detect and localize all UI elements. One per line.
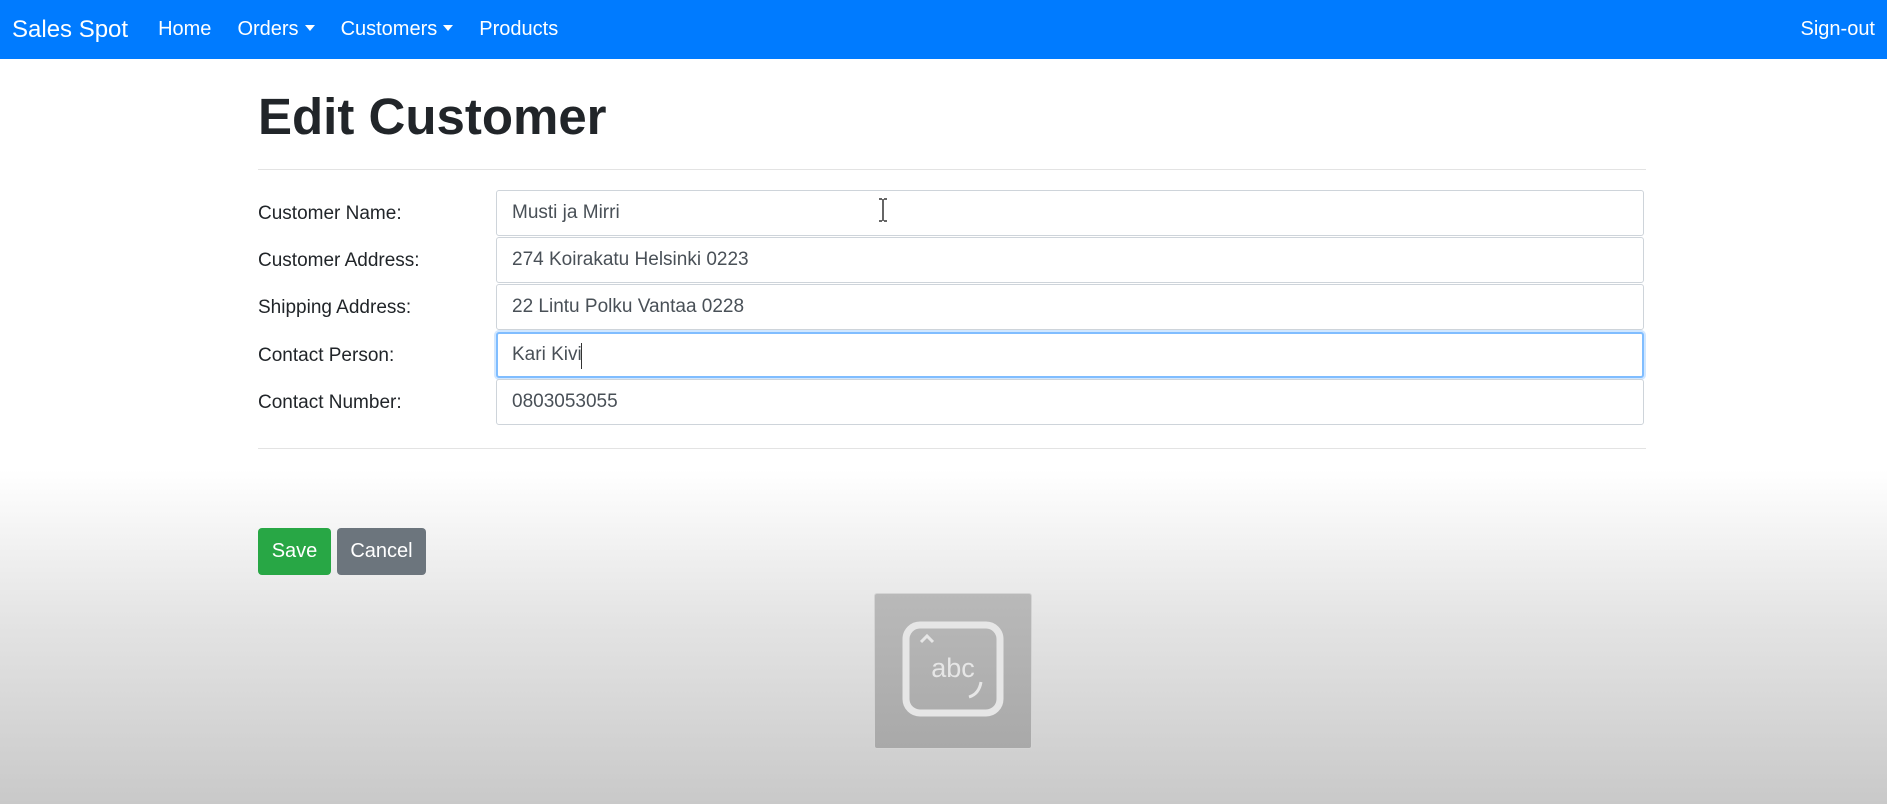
divider <box>258 448 1646 449</box>
customer-name-input[interactable] <box>496 190 1644 236</box>
page-title: Edit Customer <box>258 88 607 145</box>
save-button[interactable]: Save <box>258 528 331 575</box>
customer-name-row: Customer Name: <box>258 190 1646 238</box>
caret-down-icon <box>443 24 454 31</box>
caret-down-icon <box>304 24 315 31</box>
shipping-address-input[interactable] <box>496 284 1644 330</box>
contact-person-row: Contact Person: <box>258 332 1646 380</box>
customer-address-label: Customer Address: <box>258 250 420 271</box>
brand-link[interactable]: Sales Spot <box>12 16 128 44</box>
text-caret <box>581 343 582 369</box>
on-screen-keyboard-button[interactable]: abc <box>874 593 1032 749</box>
ibeam-cursor-icon <box>879 198 887 222</box>
keyboard-icon-text: abc <box>931 653 975 683</box>
contact-number-input[interactable] <box>496 379 1644 425</box>
contact-person-label: Contact Person: <box>258 345 395 366</box>
customer-name-label: Customer Name: <box>258 203 402 224</box>
shipping-address-label: Shipping Address: <box>258 297 412 318</box>
nav-orders-dropdown[interactable]: Orders <box>237 18 315 41</box>
shipping-address-row: Shipping Address: <box>258 284 1646 332</box>
contact-number-row: Contact Number: <box>258 379 1646 427</box>
divider <box>258 169 1646 170</box>
nav-customers-label: Customers <box>340 18 438 40</box>
contact-number-label: Contact Number: <box>258 392 402 413</box>
nav-home-label: Home <box>158 18 212 40</box>
nav-customers-dropdown[interactable]: Customers <box>341 18 454 41</box>
customer-address-row: Customer Address: <box>258 237 1646 285</box>
contact-person-input[interactable] <box>496 332 1644 378</box>
cancel-button[interactable]: Cancel <box>337 528 426 575</box>
nav-orders-label: Orders <box>237 18 299 40</box>
signout-link[interactable]: Sign-out <box>1801 0 1876 59</box>
nav-home[interactable]: Home <box>158 18 211 41</box>
nav-products[interactable]: Products <box>479 18 558 41</box>
customer-address-input[interactable] <box>496 237 1644 283</box>
nav-products-label: Products <box>479 18 559 40</box>
navbar: Sales Spot Home Orders Customers Product… <box>0 0 1887 59</box>
keyboard-icon: abc <box>902 621 1004 717</box>
